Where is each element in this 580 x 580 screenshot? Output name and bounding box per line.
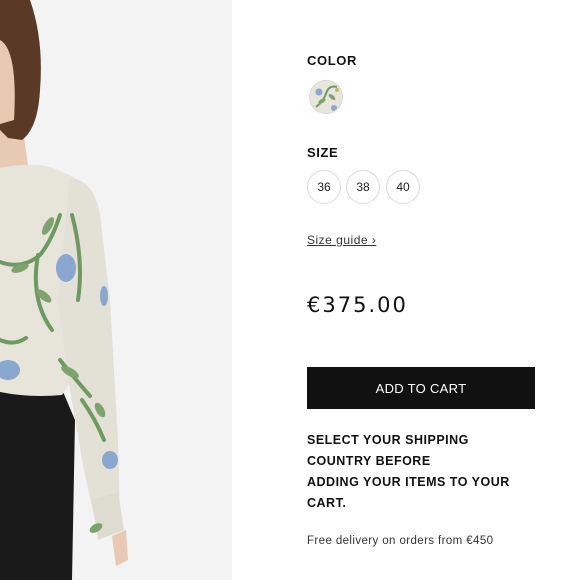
- shipping-country-notice: SELECT YOUR SHIPPING COUNTRY BEFORE ADDI…: [307, 430, 537, 514]
- add-to-cart-button[interactable]: ADD TO CART: [307, 367, 535, 409]
- product-details-panel: COLOR SIZE 36 38 40 Size guide › €375.00…: [307, 0, 557, 580]
- shipping-notice-line: SELECT YOUR SHIPPING: [307, 433, 469, 447]
- size-option-36[interactable]: 36: [307, 170, 341, 204]
- product-price: €375.00: [307, 293, 408, 317]
- size-option-40[interactable]: 40: [386, 170, 420, 204]
- shipping-notice-line: ADDING YOUR ITEMS TO YOUR: [307, 475, 510, 489]
- product-image: [0, 0, 232, 580]
- shipping-notice-line: CART.: [307, 496, 347, 510]
- size-guide-link[interactable]: Size guide ›: [307, 233, 376, 247]
- color-label: COLOR: [307, 53, 357, 68]
- shipping-notice-line: COUNTRY BEFORE: [307, 454, 431, 468]
- model-wearing-floral-sweater-image: [0, 0, 232, 580]
- size-option-38[interactable]: 38: [346, 170, 380, 204]
- floral-pattern-swatch-icon: [310, 81, 342, 113]
- size-label: SIZE: [307, 145, 339, 160]
- free-delivery-note: Free delivery on orders from €450: [307, 535, 494, 547]
- color-swatch-floral[interactable]: [309, 80, 343, 114]
